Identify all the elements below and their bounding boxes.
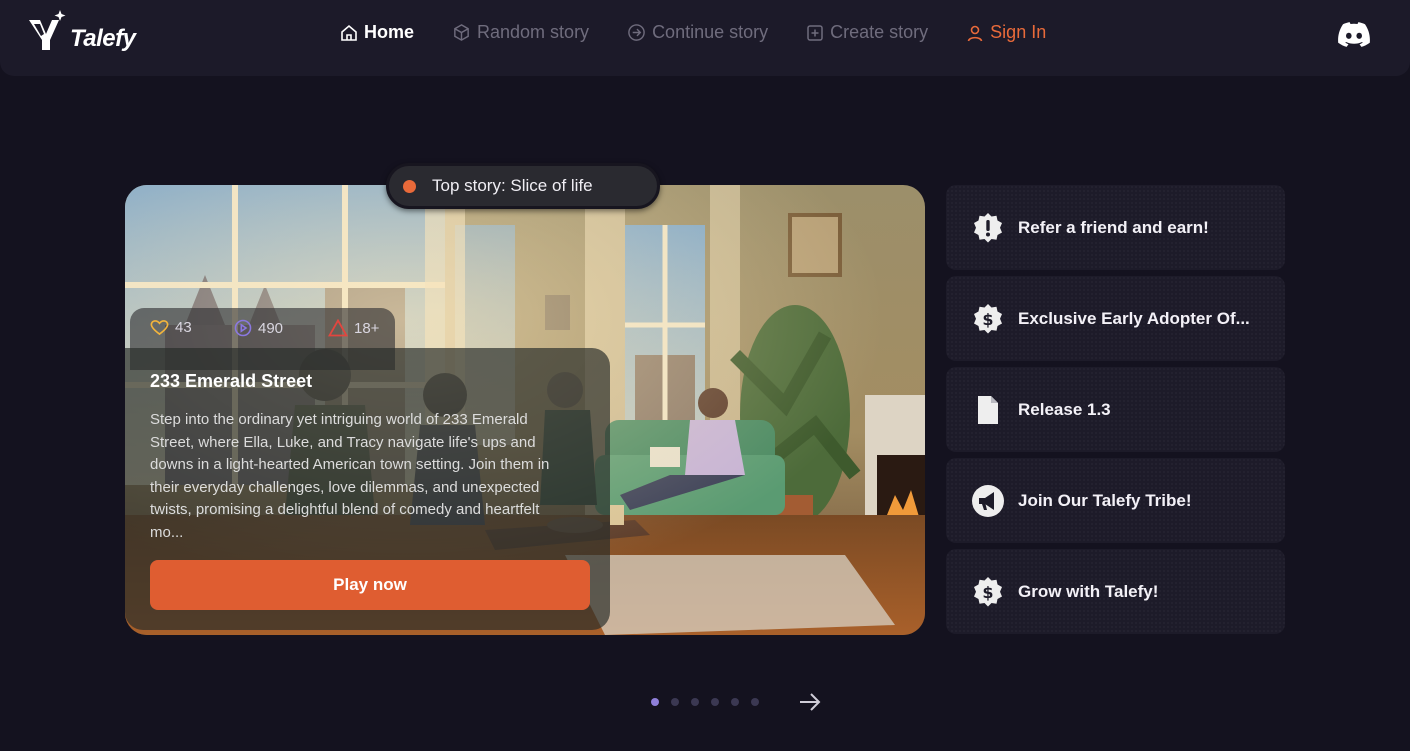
top-story-badge: Top story: Slice of life [386, 163, 660, 209]
discord-button[interactable] [1338, 22, 1370, 52]
announcement-label: Refer a friend and earn! [1018, 217, 1209, 237]
announcement-early-adopter[interactable]: $ Exclusive Early Adopter Of... [946, 276, 1285, 361]
warning-triangle-icon [328, 319, 348, 337]
heart-icon [150, 320, 169, 336]
carousel-dot-5[interactable] [731, 698, 739, 706]
badge-dollar-icon: $ [970, 574, 1006, 610]
arrow-circle-icon [628, 24, 645, 41]
carousel-pagination [651, 698, 771, 706]
plays-stat: 490 [234, 319, 283, 337]
cube-icon [454, 24, 469, 41]
story-description: Step into the ordinary yet intriguing wo… [150, 411, 550, 541]
carousel-next-button[interactable] [798, 690, 822, 719]
announcement-label: Exclusive Early Adopter Of... [1018, 308, 1250, 328]
nav-sign-in[interactable]: Sign In [966, 22, 1046, 43]
announcement-grow[interactable]: $ Grow with Talefy! [946, 549, 1285, 634]
play-now-button[interactable]: Play now [150, 560, 590, 610]
megaphone-icon [970, 483, 1006, 519]
announcement-release[interactable]: Release 1.3 [946, 367, 1285, 452]
plus-square-icon [807, 24, 823, 41]
nav-create-story[interactable]: Create story [806, 22, 928, 43]
plays-count: 490 [258, 319, 284, 337]
top-story-badge-label: Top story: Slice of life [432, 176, 593, 195]
main-menu: Home Random story Continue story Create … [340, 22, 1084, 43]
announcement-label: Release 1.3 [1018, 399, 1111, 419]
announcement-refer-friend[interactable]: Refer a friend and earn! [946, 185, 1285, 270]
svg-text:$: $ [982, 310, 993, 329]
badge-dollar-icon: $ [970, 301, 1006, 337]
nav-random-story-label: Random story [477, 22, 590, 42]
announcement-label: Grow with Talefy! [1018, 581, 1159, 601]
svg-text:$: $ [982, 583, 993, 602]
arrow-right-icon [800, 693, 821, 711]
user-icon [967, 25, 983, 41]
announcements-list: Refer a friend and earn! $ Exclusive Ear… [946, 185, 1285, 640]
nav-home[interactable]: Home [340, 22, 414, 43]
carousel-dot-3[interactable] [691, 698, 699, 706]
logo-mark-icon [29, 10, 66, 50]
nav-random-story[interactable]: Random story [452, 22, 589, 43]
story-title: 233 Emerald Street [150, 371, 313, 391]
logo[interactable]: Talefy [26, 10, 136, 54]
nav-create-story-label: Create story [830, 22, 929, 42]
likes-count: 43 [175, 319, 192, 336]
play-circle-icon [234, 319, 252, 337]
announcement-label: Join Our Talefy Tribe! [1018, 490, 1192, 510]
live-dot-icon [403, 179, 416, 193]
nav-continue-story-label: Continue story [652, 22, 769, 42]
age-rating: 18+ [354, 319, 380, 337]
rating-stat: 18+ [328, 319, 379, 337]
badge-alert-icon [970, 210, 1006, 246]
carousel-dot-4[interactable] [711, 698, 719, 706]
carousel-dot-6[interactable] [751, 698, 759, 706]
discord-icon [1338, 22, 1370, 47]
announcement-join-tribe[interactable]: Join Our Talefy Tribe! [946, 458, 1285, 543]
logo-text: Talefy [70, 25, 136, 52]
nav-home-label: Home [364, 22, 415, 42]
nav-sign-in-label: Sign In [990, 22, 1047, 42]
likes-stat: 43 [150, 319, 192, 336]
carousel-dot-2[interactable] [671, 698, 679, 706]
story-info-card: 233 Emerald Street Step into the ordinar… [125, 348, 610, 630]
top-navbar: Talefy Home Random story Continue story … [0, 0, 1410, 76]
home-icon [341, 24, 357, 41]
nav-continue-story[interactable]: Continue story [627, 22, 768, 43]
carousel-dot-1[interactable] [651, 698, 659, 706]
document-icon [970, 392, 1006, 428]
